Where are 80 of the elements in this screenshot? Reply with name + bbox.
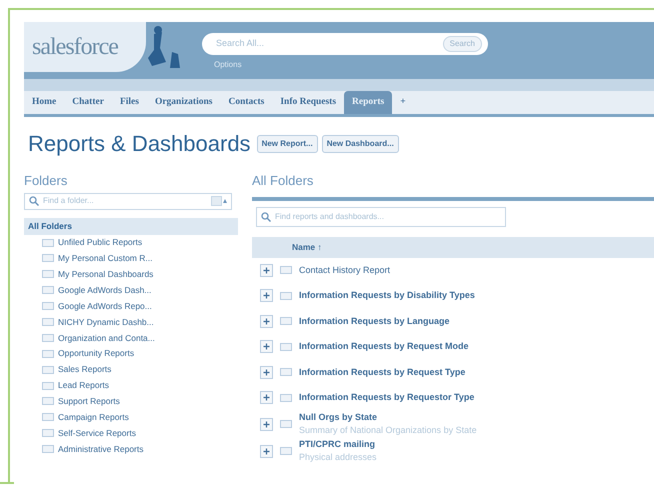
folder-item[interactable]: All Folders [24,218,238,235]
nav-tab[interactable]: Chatter [64,91,112,114]
dropdown-icon[interactable] [211,196,227,206]
report-name[interactable]: Null Orgs by State [299,410,477,424]
folder-item[interactable]: Campaign Reports [58,411,129,424]
folder-icon [42,254,54,262]
folder-item[interactable]: Unfiled Public Reports [58,236,142,249]
search-icon [29,196,39,206]
folder-item[interactable]: Google AdWords Repo... [58,300,152,313]
report-icon [279,368,293,376]
folder-item[interactable]: Lead Reports [58,379,110,392]
folder-icon [42,382,54,390]
expand-button[interactable] [260,366,273,379]
folder-item[interactable]: Support Reports [58,395,120,408]
search-icon [261,212,271,222]
report-name[interactable]: Information Requests by Requestor Type [299,391,474,405]
logo[interactable]: salesforce [24,22,146,72]
folders-title: Folders [24,172,68,190]
nav-tab[interactable]: Files [112,91,147,114]
folder-icon [42,445,54,454]
plus-icon [263,448,270,455]
nav-tab[interactable]: Organizations [146,91,220,114]
expand-button[interactable] [260,264,273,277]
expand-button[interactable] [260,289,273,302]
plus-icon [263,292,270,300]
folder-item[interactable]: NICHY Dynamic Dashb... [58,316,154,328]
folder-icon [42,429,54,438]
expand-button[interactable] [260,340,273,354]
folder-icon [42,413,54,422]
report-name[interactable]: Information Requests by Request Type [299,366,466,380]
report-icon [279,292,293,300]
report-icon [279,394,293,402]
plus-icon [263,343,270,350]
nav-tab[interactable]: Info Requests [272,91,344,114]
folder-item[interactable]: My Personal Custom R... [58,252,152,265]
nav-tab[interactable]: Contacts [220,91,272,114]
folder-icon [42,286,54,294]
folder-item[interactable]: Self-Service Reports [58,426,136,440]
nav-tab[interactable]: + [392,91,414,114]
plus-icon [263,368,270,376]
folder-icon [42,302,54,310]
plus-icon [263,420,270,428]
folder-item[interactable]: Administrative Reports [58,442,144,456]
folder-icon [42,350,54,358]
section-title: All Folders [252,172,314,190]
folder-icon [42,366,54,374]
column-header[interactable]: Name ↑ [252,236,654,258]
report-icon [279,447,293,456]
report-icon [279,266,293,274]
expand-button[interactable] [260,444,273,458]
plus-icon [263,394,270,402]
folder-item[interactable]: Opportunity Reports [58,347,134,360]
folder-icon [42,318,54,326]
folder-icon [42,270,54,278]
report-description: Physical addresses [299,451,377,464]
folder-item[interactable]: My Personal Dashboards [58,268,154,281]
report-name[interactable]: Information Requests by Request Mode [299,340,469,354]
expand-button[interactable] [260,391,273,404]
report-name[interactable]: PTI/CPRC mailing [299,438,377,452]
nav-tab[interactable]: Home [24,91,64,114]
plus-icon [263,318,270,325]
report-name[interactable]: Information Requests by Language [299,314,450,328]
folder-icon [42,334,54,342]
folder-item[interactable]: Google AdWords Dash... [58,284,152,297]
page-title: Reports & Dashboards [28,131,251,158]
folder-icon [42,397,54,406]
report-icon [279,420,293,428]
plus-icon [263,266,270,274]
report-name[interactable]: Information Requests by Disability Types [299,289,475,303]
folder-icon [42,238,54,247]
expand-button[interactable] [260,314,273,328]
report-icon [279,342,293,351]
report-name[interactable]: Contact History Report [299,264,390,278]
new-button[interactable]: New Dashboard... [322,135,399,154]
expand-button[interactable] [260,418,273,431]
new-button[interactable]: New Report... [256,135,318,154]
report-description: Summary of National Organizations by State [299,424,477,438]
report-icon [279,317,293,326]
folder-item[interactable]: Sales Reports [58,363,112,376]
folder-item[interactable]: Organization and Conta... [58,332,155,344]
